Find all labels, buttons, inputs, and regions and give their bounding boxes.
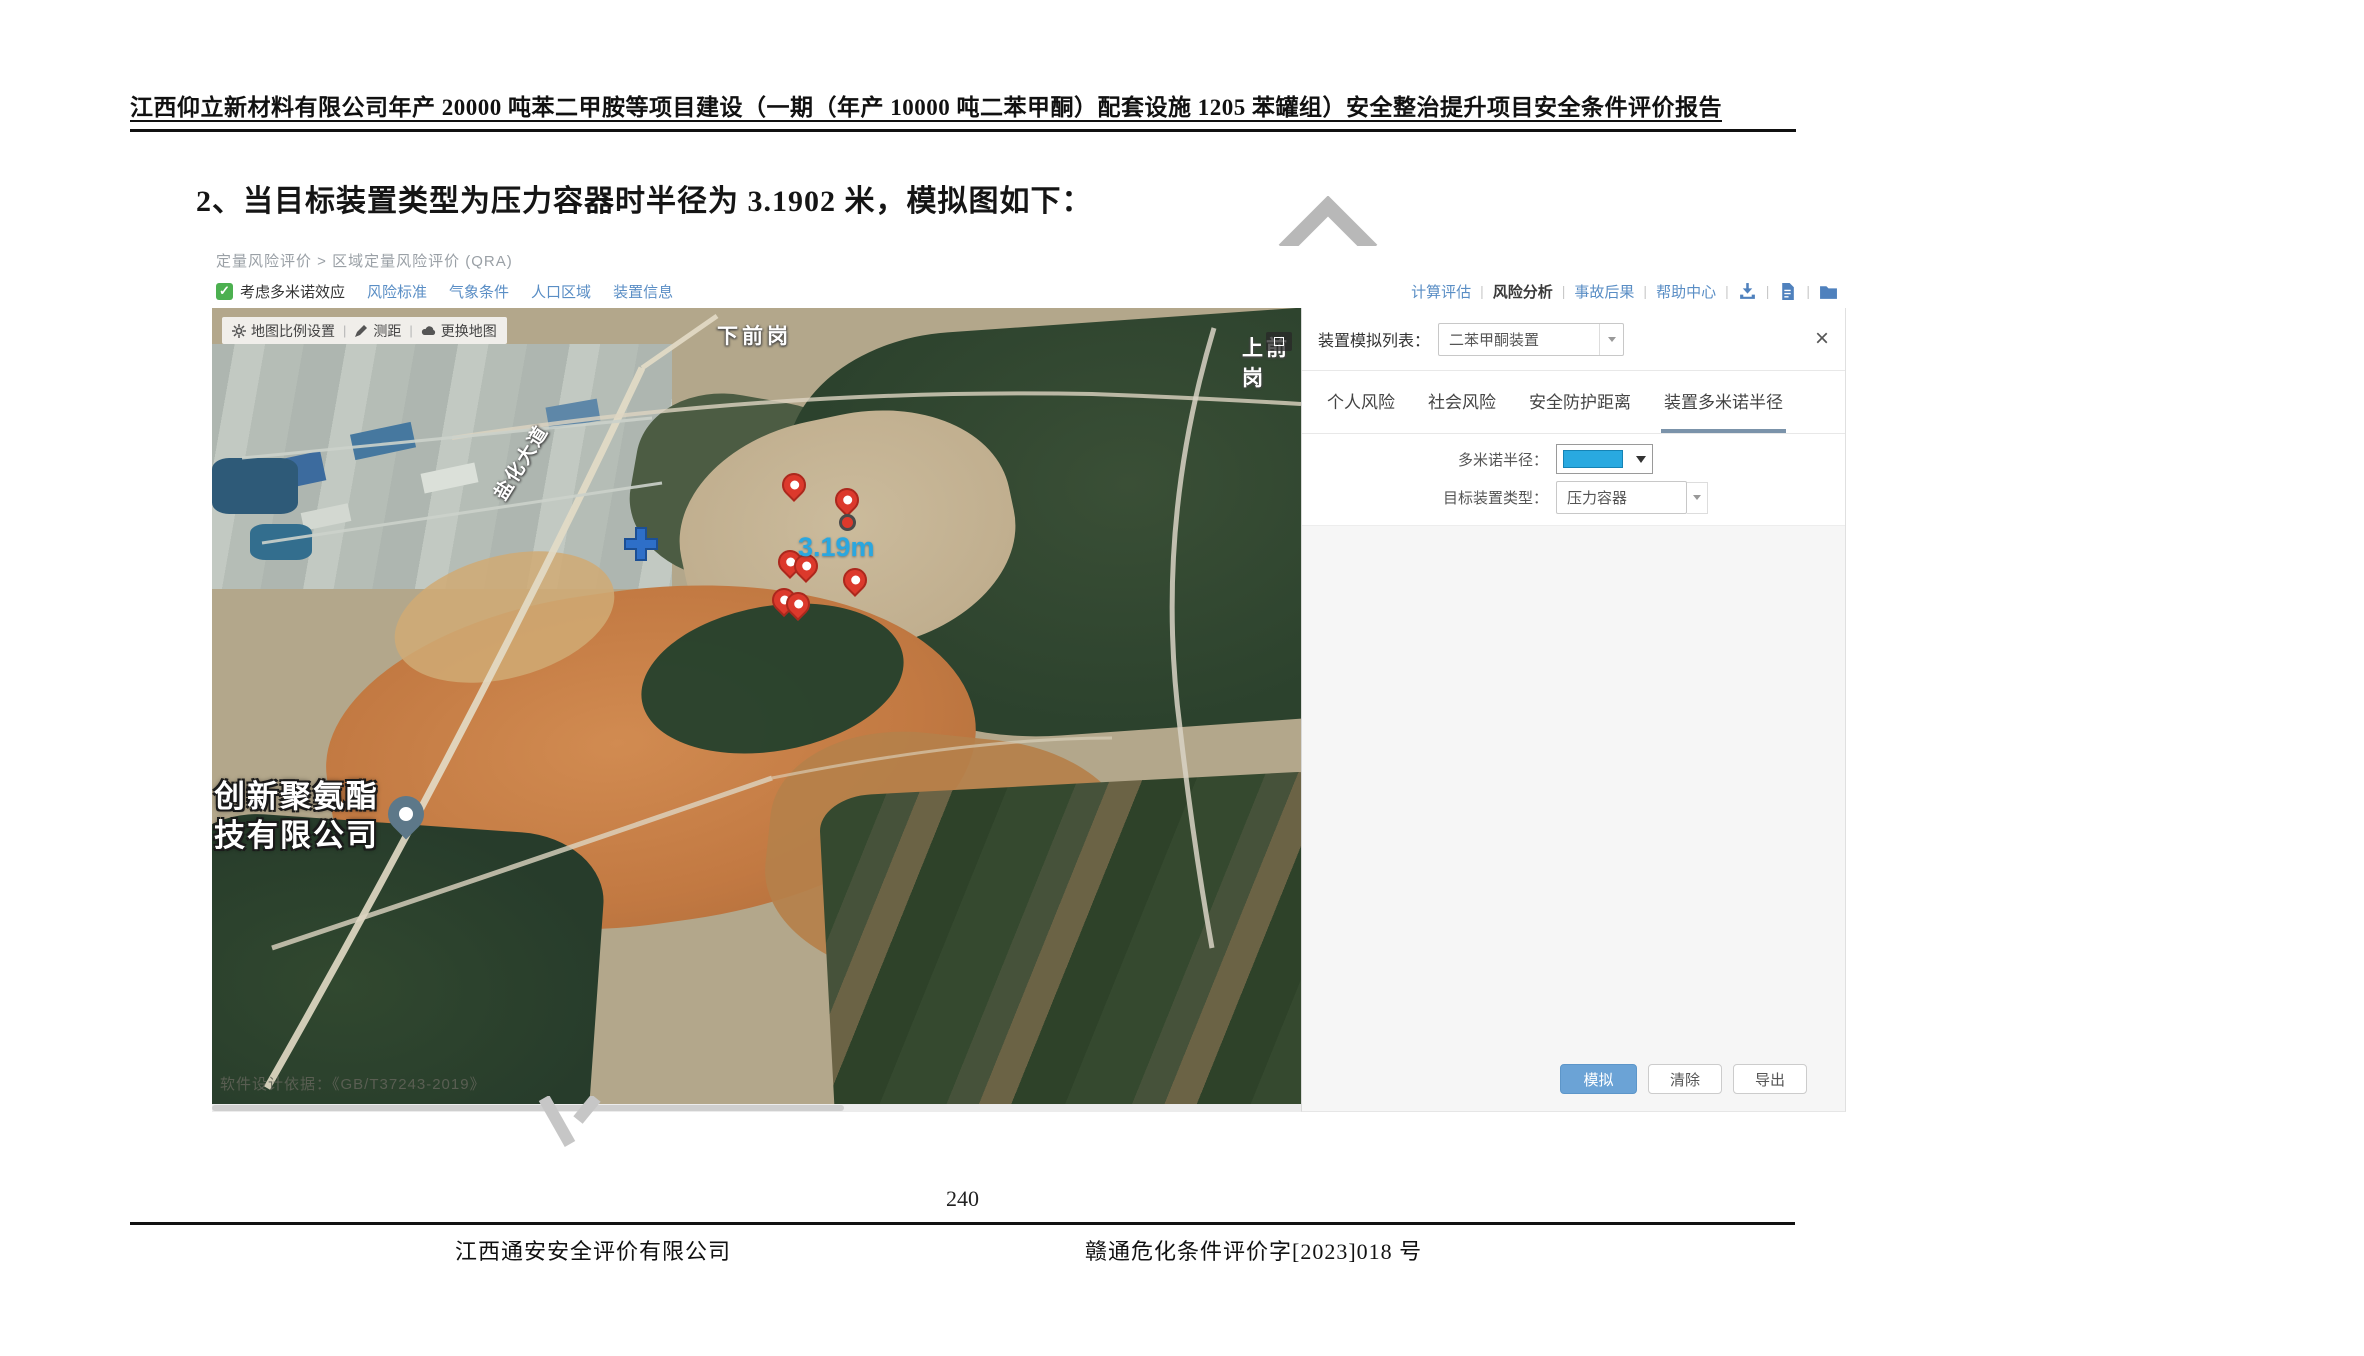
target-type-row: 目标装置类型： 压力容器 [1302,481,1845,514]
panel-header: 装置模拟列表： 二苯甲酮装置 × [1302,308,1845,371]
device-list-select[interactable]: 二苯甲酮装置 [1438,323,1624,356]
overview-icon [1274,337,1284,346]
map-control-label: 地图比例设置 [251,321,335,341]
radius-value-label: 3.19m [798,532,875,563]
toolbar-separator: | [409,323,412,338]
chevron-down-icon [1599,324,1623,355]
device-list-value: 二苯甲酮装置 [1439,329,1599,350]
accident-consequence-menu[interactable]: 事故后果 [1574,281,1634,302]
report-document-icon[interactable] [1778,282,1797,301]
footer-rule [130,1222,1795,1225]
breadcrumb: 定量风险评价 > 区域定量风险评价 (QRA) [216,250,513,271]
satellite-map[interactable]: 地图比例设置 | 测距 | 更换地图 [212,308,1301,1104]
measure-distance-button[interactable]: 测距 [354,321,401,341]
menu-separator: | [1562,283,1566,299]
help-center-menu[interactable]: 帮助中心 [1656,281,1716,302]
radius-color-row: 多米诺半径： [1302,444,1845,474]
footer-doc-number: 赣通危化条件评价字[2023]018 号 [1085,1234,1422,1266]
device-info-link[interactable]: 装置信息 [613,281,673,302]
map-roads [212,308,1301,1104]
calc-eval-menu[interactable]: 计算评估 [1411,281,1471,302]
qra-application: 定量风险评价 > 区域定量风险评价 (QRA) ✓ 考虑多米诺效应 风险标准 气… [212,246,1846,1112]
panel-content: 模拟 清除 导出 [1302,525,1845,1111]
export-button[interactable]: 导出 [1733,1064,1807,1094]
scrollbar-thumb[interactable] [212,1105,844,1111]
chevron-down-icon[interactable] [1687,482,1708,514]
population-area-link[interactable]: 人口区域 [531,281,591,302]
panel-tabs: 个人风险 社会风险 安全防护距离 装置多米诺半径 [1302,372,1845,434]
map-attribution: 软件设计依据：《GB/T37243-2019》 [220,1073,486,1094]
menu-separator: | [1643,283,1647,299]
place-label: 下前岗 [717,320,792,350]
tab-social-risk[interactable]: 社会风险 [1425,372,1499,433]
crosshair-marker-icon[interactable] [624,527,658,561]
radius-color-select[interactable] [1556,444,1653,474]
page-number: 240 [130,1186,1795,1212]
folder-icon[interactable] [1819,282,1838,301]
app-main: 地图比例设置 | 测距 | 更换地图 [212,308,1846,1112]
report-header-title: 江西仰立新材料有限公司年产 20000 吨苯二甲胺等项目建设（一期（年产 100… [130,88,1796,132]
switch-map-button[interactable]: 更换地图 [421,321,497,341]
download-icon[interactable] [1738,282,1757,301]
menu-separator: | [1806,283,1810,299]
risk-standard-link[interactable]: 风险标准 [367,281,427,302]
risk-analysis-menu[interactable]: 风险分析 [1493,281,1553,302]
weather-condition-link[interactable]: 气象条件 [449,281,509,302]
close-icon[interactable]: × [1815,327,1829,351]
menu-separator: | [1725,283,1729,299]
tab-safety-distance[interactable]: 安全防护距离 [1526,372,1634,433]
checkbox-check-icon: ✓ [216,283,233,300]
gear-icon [232,324,246,338]
radius-label: 多米诺半径： [1302,449,1556,470]
menu-separator: | [1766,283,1770,299]
pencil-icon [354,324,368,338]
cloud-icon [421,324,436,337]
menu-separator: | [1480,283,1484,299]
poi-company-label: 创新聚氨酯 技有限公司 [214,778,379,856]
map-control-label: 更换地图 [441,321,497,341]
footer-company: 江西通安安全评价有限公司 [455,1234,731,1266]
target-type-label: 目标装置类型： [1302,487,1556,508]
poi-label-line: 技有限公司 [214,817,379,856]
watermark-check-icon [532,1096,604,1148]
simulate-button[interactable]: 模拟 [1560,1064,1637,1094]
toolbar-separator: | [343,323,346,338]
tab-personal-risk[interactable]: 个人风险 [1324,372,1398,433]
map-column: 地图比例设置 | 测距 | 更换地图 [212,308,1301,1112]
map-overview-button[interactable] [1266,332,1292,351]
target-type-value: 压力容器 [1557,487,1686,508]
body-paragraph: 2、当目标装置类型为压力容器时半径为 3.1902 米，模拟图如下： [196,176,1093,220]
map-scale-setting-button[interactable]: 地图比例设置 [232,321,335,341]
color-swatch [1563,450,1623,468]
poi-label-line: 创新聚氨酯 [214,778,379,817]
domino-radius-form: 多米诺半径： 目标装置类型： 压力容器 [1302,435,1845,525]
device-simulation-panel: 装置模拟列表： 二苯甲酮装置 × 个人风险 社会风险 安全防护距离 装置多米诺半… [1301,308,1846,1112]
map-toolbar: 地图比例设置 | 测距 | 更换地图 [222,317,507,344]
domino-radius-circle [839,514,856,531]
map-horizontal-scrollbar[interactable] [212,1104,1301,1112]
chevron-down-icon [1636,456,1646,463]
app-toolbar: ✓ 考虑多米诺效应 风险标准 气象条件 人口区域 装置信息 计算评估 | 风险分… [216,278,1838,304]
device-list-label: 装置模拟列表： [1318,327,1430,351]
right-menu: 计算评估 | 风险分析 | 事故后果 | 帮助中心 | | | [1411,281,1838,302]
tab-domino-radius[interactable]: 装置多米诺半径 [1661,372,1786,433]
checkbox-label: 考虑多米诺效应 [240,281,345,302]
target-type-select[interactable]: 压力容器 [1556,481,1687,514]
panel-actions: 模拟 清除 导出 [1560,1064,1807,1094]
map-control-label: 测距 [373,321,401,341]
domino-effect-checkbox[interactable]: ✓ 考虑多米诺效应 [216,281,345,302]
clear-button[interactable]: 清除 [1648,1064,1722,1094]
